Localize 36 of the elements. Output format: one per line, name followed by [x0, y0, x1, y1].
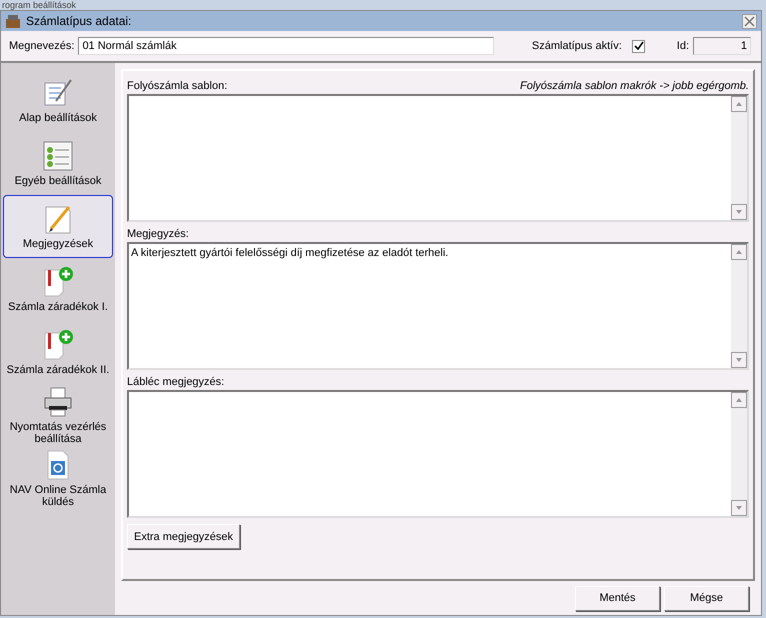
sidebar-item[interactable]: Megjegyzések: [3, 195, 113, 258]
scroll-down-icon[interactable]: [731, 500, 747, 516]
list-icon: [42, 140, 74, 172]
extra-notes-button[interactable]: Extra megjegyzések: [127, 524, 240, 549]
window-title: Számlatípus adatai:: [26, 14, 132, 28]
scroll-up-icon[interactable]: [731, 244, 747, 260]
note-add-icon: [42, 329, 74, 361]
text-area[interactable]: A kiterjesztett gyártói felelősségi díj megfizetése az eladót terheli.: [127, 242, 749, 370]
printer-icon: [42, 386, 74, 418]
sidebar-item[interactable]: Számla záradékok I.: [3, 258, 113, 321]
name-label: Megnevezés:: [9, 40, 74, 52]
dialog-button[interactable]: Mégse: [664, 586, 749, 610]
id-label: Id:: [676, 40, 689, 52]
field-label: Folyószámla sablon:: [127, 80, 228, 92]
note-add-icon: [42, 266, 74, 298]
macro-hint: Folyószámla sablon makrók -> jobb egérgomb.: [520, 80, 749, 92]
dialog-button[interactable]: Mentés: [575, 586, 660, 610]
sidebar-item[interactable]: Alap beállítások: [3, 69, 113, 132]
sidebar-item[interactable]: Nyomtatás vezérlés beállítása: [3, 384, 113, 447]
sidebar-item[interactable]: Számla záradékok II.: [3, 321, 113, 384]
name-field[interactable]: 01 Normál számlák: [78, 37, 494, 55]
close-button[interactable]: [742, 14, 757, 28]
active-checkbox[interactable]: [632, 40, 645, 52]
scroll-down-icon[interactable]: [731, 204, 747, 220]
scroll-up-icon[interactable]: [731, 392, 747, 408]
sidebar-item[interactable]: Egyéb beállítások: [3, 132, 113, 195]
scroll-up-icon[interactable]: [731, 96, 747, 112]
text-area[interactable]: [127, 94, 749, 222]
text-area[interactable]: [127, 390, 749, 518]
sidebar-item[interactable]: NAV Online Számla küldés: [3, 447, 113, 510]
scroll-down-icon[interactable]: [731, 352, 747, 368]
active-label: Számlatípus aktív:: [532, 40, 622, 52]
field-label: Lábléc megjegyzés:: [127, 376, 224, 388]
id-field: 1: [693, 37, 751, 55]
field-label: Megjegyzés:: [127, 228, 189, 240]
toolbox-icon: [5, 13, 21, 29]
